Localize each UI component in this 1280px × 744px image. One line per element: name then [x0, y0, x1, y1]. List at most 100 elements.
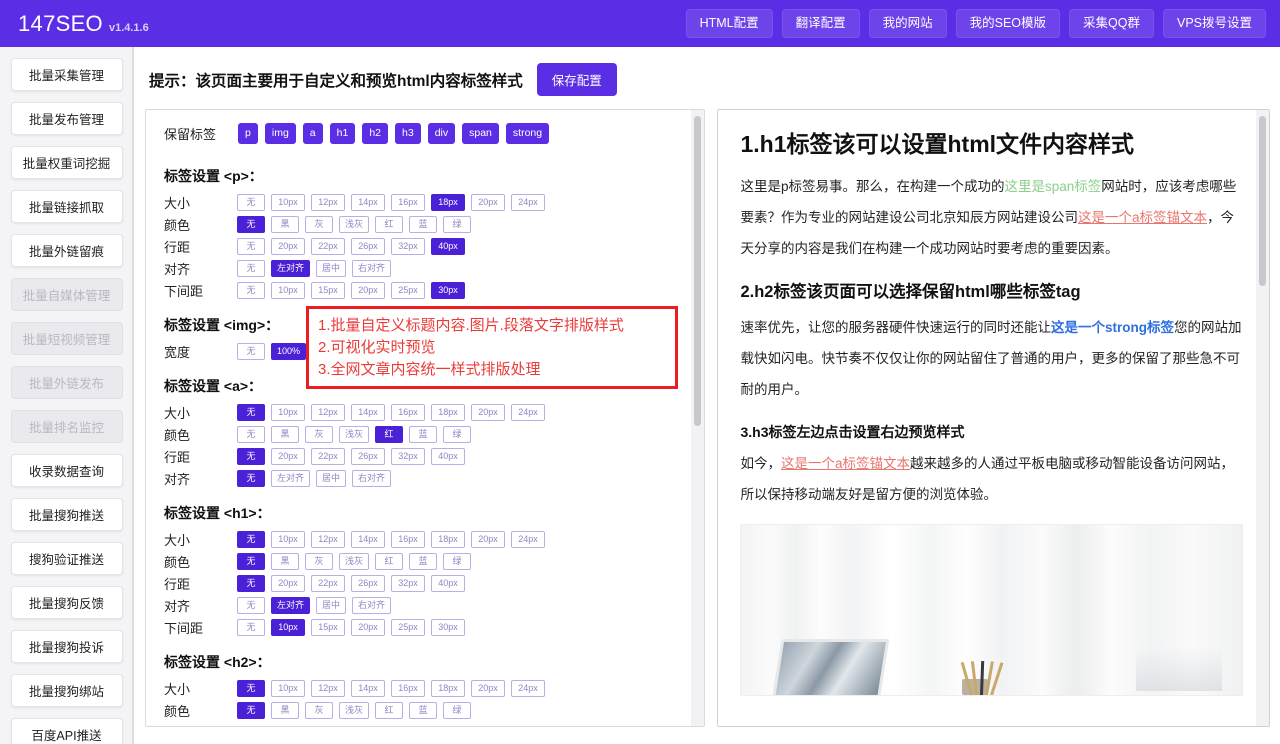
sidebar-item-0[interactable]: 批量采集管理 — [11, 58, 123, 91]
option-button[interactable]: 绿 — [443, 426, 471, 443]
preview-anchor-sample-2[interactable]: 这是一个a标签锚文本 — [781, 456, 910, 471]
option-button-selected[interactable]: 10px — [271, 619, 305, 636]
option-button[interactable]: 16px — [391, 531, 425, 548]
option-button[interactable]: 左对齐 — [271, 470, 310, 487]
option-button[interactable]: 24px — [511, 680, 545, 697]
option-button[interactable]: 25px — [391, 619, 425, 636]
option-button[interactable]: 18px — [431, 531, 465, 548]
option-button[interactable]: 黑 — [271, 216, 299, 233]
option-button[interactable]: 16px — [391, 404, 425, 421]
top-nav-item-2[interactable]: 我的网站 — [869, 9, 947, 38]
option-button[interactable]: 32px — [391, 238, 425, 255]
keep-tag-chip-h3[interactable]: h3 — [395, 123, 421, 144]
sidebar-item-13[interactable]: 批量搜狗投诉 — [11, 630, 123, 663]
option-button[interactable]: 40px — [431, 575, 465, 592]
option-button[interactable]: 无 — [237, 260, 265, 277]
option-button[interactable]: 15px — [311, 282, 345, 299]
option-button[interactable]: 10px — [271, 531, 305, 548]
option-button[interactable]: 24px — [511, 194, 545, 211]
option-button[interactable]: 14px — [351, 531, 385, 548]
option-button-selected[interactable]: 左对齐 — [271, 260, 310, 277]
option-button[interactable]: 14px — [351, 404, 385, 421]
preview-anchor-sample-1[interactable]: 这是一个a标签锚文本 — [1078, 210, 1207, 225]
top-nav-item-3[interactable]: 我的SEO模版 — [956, 9, 1060, 38]
option-button[interactable]: 灰 — [305, 216, 333, 233]
option-button[interactable]: 蓝 — [409, 216, 437, 233]
option-button[interactable]: 12px — [311, 531, 345, 548]
option-button[interactable]: 红 — [375, 553, 403, 570]
option-button[interactable]: 居中 — [316, 470, 346, 487]
option-button-selected[interactable]: 无 — [237, 404, 265, 421]
option-button[interactable]: 15px — [311, 619, 345, 636]
keep-tag-chip-a[interactable]: a — [303, 123, 323, 144]
option-button[interactable]: 无 — [237, 194, 265, 211]
save-config-button[interactable]: 保存配置 — [537, 63, 617, 96]
preview-scrollbar-thumb[interactable] — [1259, 116, 1266, 286]
option-button[interactable]: 14px — [351, 680, 385, 697]
option-button[interactable]: 12px — [311, 680, 345, 697]
option-button[interactable]: 22px — [311, 238, 345, 255]
option-button[interactable]: 浅灰 — [339, 553, 369, 570]
option-button[interactable]: 32px — [391, 448, 425, 465]
sidebar-item-1[interactable]: 批量发布管理 — [11, 102, 123, 135]
option-button[interactable]: 20px — [471, 680, 505, 697]
option-button[interactable]: 30px — [431, 619, 465, 636]
option-button[interactable]: 16px — [391, 680, 425, 697]
option-button[interactable]: 40px — [431, 448, 465, 465]
option-button[interactable]: 无 — [237, 597, 265, 614]
option-button-selected[interactable]: 无 — [237, 575, 265, 592]
sidebar-item-2[interactable]: 批量权重词挖掘 — [11, 146, 123, 179]
option-button[interactable]: 20px — [471, 404, 505, 421]
option-button[interactable]: 12px — [311, 194, 345, 211]
top-nav-item-0[interactable]: HTML配置 — [686, 9, 773, 38]
option-button[interactable]: 10px — [271, 282, 305, 299]
option-button-selected[interactable]: 无 — [237, 702, 265, 719]
option-button-selected[interactable]: 30px — [431, 282, 465, 299]
option-button[interactable]: 浅灰 — [339, 702, 369, 719]
option-button[interactable]: 灰 — [305, 553, 333, 570]
option-button[interactable]: 绿 — [443, 553, 471, 570]
option-button-selected[interactable]: 无 — [237, 448, 265, 465]
option-button[interactable]: 32px — [391, 575, 425, 592]
option-button[interactable]: 18px — [431, 680, 465, 697]
settings-scrollbar-thumb[interactable] — [694, 116, 701, 426]
option-button[interactable]: 黑 — [271, 426, 299, 443]
option-button[interactable]: 14px — [351, 194, 385, 211]
option-button[interactable]: 22px — [311, 448, 345, 465]
sidebar-item-14[interactable]: 批量搜狗绑站 — [11, 674, 123, 707]
option-button[interactable]: 灰 — [305, 702, 333, 719]
option-button-selected[interactable]: 40px — [431, 238, 465, 255]
option-button[interactable]: 20px — [471, 531, 505, 548]
option-button[interactable]: 绿 — [443, 702, 471, 719]
option-button[interactable]: 24px — [511, 404, 545, 421]
option-button[interactable]: 20px — [271, 448, 305, 465]
keep-tag-chip-span[interactable]: span — [462, 123, 499, 144]
option-button[interactable]: 18px — [431, 404, 465, 421]
keep-tag-chip-div[interactable]: div — [428, 123, 455, 144]
option-button[interactable]: 26px — [351, 238, 385, 255]
option-button[interactable]: 右对齐 — [352, 470, 391, 487]
option-button-selected[interactable]: 无 — [237, 680, 265, 697]
keep-tag-chip-h1[interactable]: h1 — [330, 123, 356, 144]
option-button[interactable]: 26px — [351, 575, 385, 592]
option-button[interactable]: 浅灰 — [339, 426, 369, 443]
option-button[interactable]: 10px — [271, 194, 305, 211]
option-button[interactable]: 蓝 — [409, 702, 437, 719]
sidebar-item-3[interactable]: 批量链接抓取 — [11, 190, 123, 223]
option-button[interactable]: 黑 — [271, 553, 299, 570]
option-button[interactable]: 24px — [511, 531, 545, 548]
keep-tag-chip-img[interactable]: img — [265, 123, 296, 144]
option-button[interactable]: 绿 — [443, 216, 471, 233]
option-button[interactable]: 10px — [271, 680, 305, 697]
option-button[interactable]: 无 — [237, 619, 265, 636]
option-button[interactable]: 20px — [351, 619, 385, 636]
option-button-selected[interactable]: 红 — [375, 426, 403, 443]
option-button[interactable]: 20px — [271, 575, 305, 592]
keep-tag-chip-h2[interactable]: h2 — [362, 123, 388, 144]
sidebar-item-15[interactable]: 百度API推送 — [11, 718, 123, 744]
option-button-selected[interactable]: 18px — [431, 194, 465, 211]
option-button[interactable]: 右对齐 — [352, 260, 391, 277]
option-button-selected[interactable]: 无 — [237, 553, 265, 570]
option-button[interactable]: 无 — [237, 282, 265, 299]
option-button-selected[interactable]: 100% — [271, 343, 306, 360]
